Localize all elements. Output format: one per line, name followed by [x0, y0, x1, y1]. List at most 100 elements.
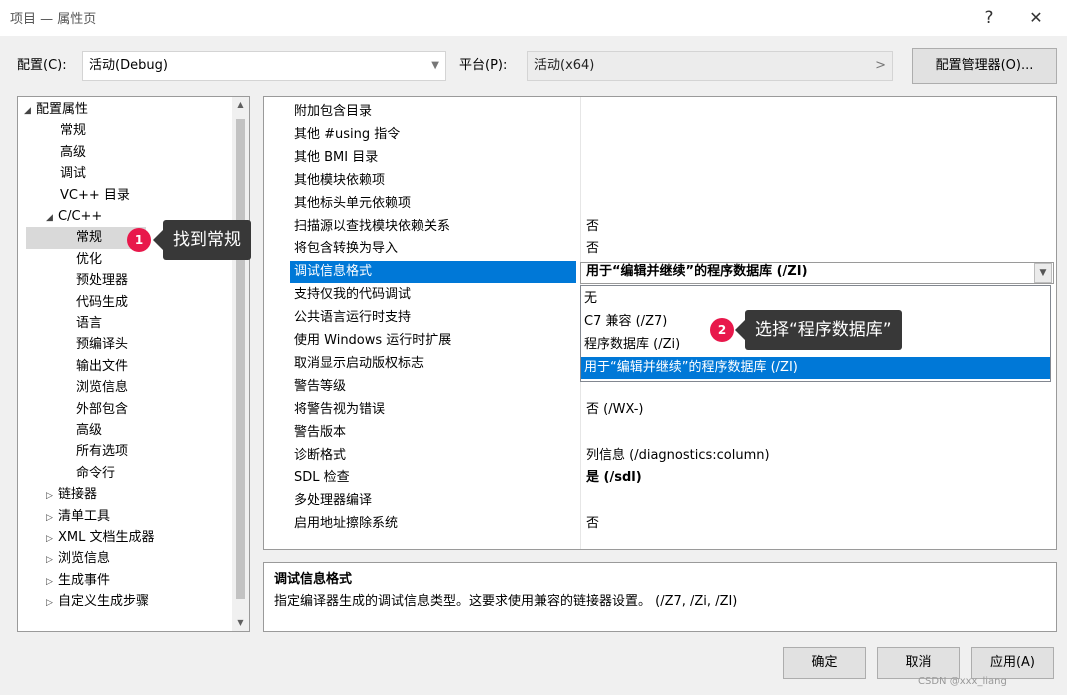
tree-item-label: 浏览信息 — [58, 551, 111, 567]
property-name: 其他标头单元依赖项 — [294, 195, 412, 211]
tree-item[interactable]: ◢ C/C++ — [46, 206, 102, 228]
platform-select[interactable]: 活动(x64) > — [527, 51, 893, 81]
tree-item[interactable]: ▷ 清单工具 — [46, 506, 110, 528]
property-row[interactable]: 扫描源以查找模块依赖关系 否 — [264, 216, 1056, 238]
property-row[interactable]: 警告版本 — [264, 422, 1056, 444]
scroll-down-icon[interactable]: ▼ — [232, 615, 249, 631]
property-row[interactable]: 其他标头单元依赖项 — [264, 193, 1056, 215]
expander-icon[interactable]: ▷ — [46, 571, 58, 593]
property-row[interactable]: 其他 #using 指令 — [264, 124, 1056, 146]
tree-item-label: VC++ 目录 — [60, 187, 130, 203]
config-manager-button[interactable]: 配置管理器(O)... — [912, 48, 1057, 84]
property-name: 警告等级 — [294, 378, 347, 394]
tree-item[interactable]: 高级 — [60, 142, 86, 164]
scroll-up-icon[interactable]: ▲ — [232, 97, 249, 113]
property-row[interactable]: 其他模块依赖项 — [264, 170, 1056, 192]
property-name: 将包含转换为导入 — [294, 241, 399, 257]
property-row[interactable]: 其他 BMI 目录 — [264, 147, 1056, 169]
tree-item-label: 代码生成 — [76, 294, 129, 310]
tree-scrollbar[interactable]: ▲ ▼ — [232, 97, 249, 631]
tree-item[interactable]: ▷ 浏览信息 — [46, 548, 110, 570]
tree-item[interactable]: ▷ 自定义生成步骤 — [46, 591, 149, 613]
tree-item[interactable]: 常规 — [60, 120, 86, 142]
tree-item[interactable]: 优化 — [76, 249, 102, 271]
expander-icon[interactable]: ▷ — [46, 592, 58, 614]
property-name: 调试信息格式 — [290, 261, 576, 284]
tree-item-label: 调试 — [60, 166, 87, 182]
tree-item-label: 浏览信息 — [76, 380, 129, 396]
tree-item-label: 高级 — [60, 144, 87, 160]
expander-icon[interactable]: ▷ — [46, 507, 58, 529]
property-row[interactable]: 启用地址擦除系统 否 — [264, 513, 1056, 535]
property-tree: ◢ 配置属性 常规 高级 调试 VC++ 目录 ◢ C/C++ 常规 优化 预处理器 代码生成 语言 预编… — [17, 96, 250, 632]
tree-item-label: XML 文档生成器 — [58, 530, 155, 545]
apply-button[interactable]: 应用(A) — [971, 647, 1054, 679]
property-name: 其他 BMI 目录 — [294, 149, 379, 165]
tree-item[interactable]: ◢ 配置属性 — [24, 99, 88, 121]
property-name: 其他 #using 指令 — [294, 126, 401, 142]
property-value: 是 (/sdl) — [586, 470, 642, 486]
config-label: 配置(C): — [17, 58, 67, 73]
property-value: 否 — [586, 241, 600, 257]
tree-item-label: C/C++ — [58, 209, 103, 224]
tree-item[interactable]: 所有选项 — [76, 441, 128, 463]
tree-item[interactable]: VC++ 目录 — [60, 185, 130, 207]
tree-item[interactable]: 命令行 — [76, 463, 115, 485]
property-row[interactable]: SDL 检查 是 (/sdl) — [264, 467, 1056, 489]
cancel-button[interactable]: 取消 — [877, 647, 960, 679]
tree-item[interactable]: 调试 — [60, 163, 86, 185]
title-bar: 项目 — 属性页 ? ✕ — [0, 0, 1067, 36]
expander-icon[interactable]: ◢ — [24, 100, 36, 122]
property-name: 启用地址擦除系统 — [294, 516, 399, 532]
window-title: 项目 — 属性页 — [10, 12, 97, 27]
dropdown-option[interactable]: 无 — [581, 288, 1050, 310]
tree-item-label: 优化 — [76, 251, 103, 267]
property-row[interactable]: 将警告视为错误 否 (/WX-) — [264, 399, 1056, 421]
config-select-value: 活动(Debug) — [89, 58, 168, 73]
tree-item[interactable]: ▷ XML 文档生成器 — [46, 527, 155, 549]
expander-icon[interactable]: ▷ — [46, 528, 58, 550]
property-value: 否 (/WX-) — [586, 401, 644, 417]
property-row[interactable]: 诊断格式 列信息 (/diagnostics:column) — [264, 445, 1056, 467]
property-row[interactable]: 附加包含目录 — [264, 101, 1056, 123]
tree-item[interactable]: 预编译头 — [76, 334, 128, 356]
tree-item[interactable]: 语言 — [76, 313, 102, 335]
expander-icon[interactable]: ▷ — [46, 485, 58, 507]
expander-icon[interactable]: ▷ — [46, 549, 58, 571]
expander-icon[interactable]: ◢ — [46, 207, 58, 229]
close-button[interactable]: ✕ — [1020, 6, 1052, 30]
property-row[interactable]: 将包含转换为导入 否 — [264, 238, 1056, 260]
tree-item[interactable]: ▷ 链接器 — [46, 484, 97, 506]
annotation-callout-1: 找到常规 — [153, 220, 251, 260]
help-button[interactable]: ? — [975, 6, 1003, 30]
chevron-down-icon: ▼ — [431, 60, 439, 71]
tree-item-label: 清单工具 — [58, 508, 111, 524]
tree-item-label: 外部包含 — [76, 401, 129, 417]
selected-value-box[interactable] — [580, 262, 1054, 284]
tree-item-label: 命令行 — [76, 465, 116, 481]
property-name: 警告版本 — [294, 424, 347, 440]
tree-item[interactable]: 代码生成 — [76, 292, 128, 314]
tree-item-label: 所有选项 — [76, 444, 129, 460]
scroll-thumb[interactable] — [236, 119, 245, 599]
property-row[interactable]: 多处理器编译 — [264, 490, 1056, 512]
dropdown-option[interactable]: 用于“编辑并继续”的程序数据库 (/ZI) — [581, 357, 1050, 379]
tree-item[interactable]: 输出文件 — [76, 356, 128, 378]
tree-item-label: 预处理器 — [76, 273, 129, 289]
property-name: SDL 检查 — [294, 470, 350, 486]
tree-item[interactable]: ▷ 生成事件 — [46, 570, 110, 592]
tree-item-label: 预编译头 — [76, 337, 129, 353]
property-value: 列信息 (/diagnostics:column) — [586, 447, 770, 463]
tree-item-label: 语言 — [76, 316, 103, 331]
tree-item[interactable]: 外部包含 — [76, 399, 128, 421]
config-select[interactable]: 活动(Debug) ▼ — [82, 51, 446, 81]
tree-item[interactable]: 浏览信息 — [76, 377, 128, 399]
property-value: 否 — [586, 516, 600, 532]
property-name: 支持仅我的代码调试 — [294, 287, 412, 303]
chevron-down-icon[interactable]: ▼ — [1034, 263, 1052, 283]
tree-item[interactable]: 高级 — [76, 420, 102, 442]
chevron-right-icon: > — [875, 58, 886, 73]
ok-button[interactable]: 确定 — [783, 647, 866, 679]
tree-item[interactable]: 预处理器 — [76, 270, 128, 292]
tree-item-label: 输出文件 — [76, 358, 129, 374]
